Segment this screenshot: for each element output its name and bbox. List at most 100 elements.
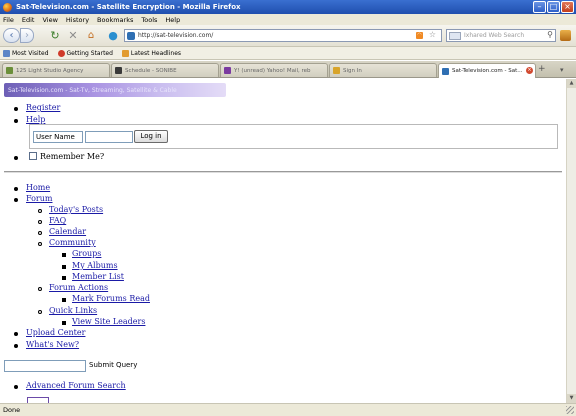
login-form: User Name Log in	[29, 124, 558, 149]
list-bullet	[14, 385, 18, 389]
menu-help[interactable]: Help	[165, 16, 180, 24]
minimize-button[interactable]: –	[533, 1, 546, 13]
maximize-button[interactable]: □	[547, 1, 560, 13]
list-bullet	[14, 198, 18, 202]
nav-home-link[interactable]: Home	[26, 183, 50, 192]
my-albums-link[interactable]: My Albums	[72, 261, 118, 270]
status-bar: Done	[0, 403, 576, 416]
list-circle	[38, 209, 42, 213]
menu-edit[interactable]: Edit	[22, 16, 35, 24]
tab-schedule[interactable]: Schedule - SONIBE	[111, 63, 219, 77]
address-bar[interactable]: http://sat-television.com/ ◠ ☆	[124, 29, 442, 42]
home-icon[interactable]: ⌂	[84, 28, 98, 43]
menu-tools[interactable]: Tools	[141, 16, 157, 24]
list-square	[62, 298, 66, 302]
submit-query-button[interactable]: Submit Query	[89, 361, 137, 369]
register-link[interactable]: Register	[26, 103, 60, 112]
community-link[interactable]: Community	[49, 238, 96, 247]
bookmark-latest-headlines[interactable]: Latest Headlines	[121, 49, 181, 57]
search-placeholder: Ixhared Web Search	[464, 32, 525, 39]
groups-link[interactable]: Groups	[72, 249, 101, 258]
divider	[4, 171, 562, 173]
list-bullet	[14, 332, 18, 336]
firefox-icon	[3, 2, 12, 12]
back-arrow-icon[interactable]: ‹	[3, 28, 20, 43]
username-field[interactable]: User Name	[33, 131, 83, 143]
search-icon[interactable]: ⚲	[547, 30, 553, 39]
nav-forum-link[interactable]: Forum	[26, 194, 53, 203]
tab-list-icon[interactable]: ▾	[560, 66, 564, 74]
forum-actions-link[interactable]: Forum Actions	[49, 283, 108, 292]
password-field[interactable]	[85, 131, 133, 143]
mark-forums-read-link[interactable]: Mark Forums Read	[72, 294, 150, 303]
menu-bookmarks[interactable]: Bookmarks	[97, 16, 133, 24]
page-content: Sat-Television.com - Sat-Tv, Streaming, …	[0, 79, 566, 403]
bookmarks-toolbar: Most Visited Getting Started Latest Head…	[0, 47, 576, 60]
faq-link[interactable]: FAQ	[49, 216, 66, 225]
tab-favicon	[442, 67, 449, 75]
search-query-input[interactable]	[4, 360, 86, 372]
tab-favicon	[6, 67, 13, 74]
tab-yahoo-mail[interactable]: Y! (unread) Yahoo! Mail, reb	[220, 63, 328, 77]
tab-sat-television[interactable]: Sat-Television.com - Sat... ×	[438, 63, 536, 78]
site-logo-banner[interactable]: Sat-Television.com - Sat-Tv, Streaming, …	[4, 83, 226, 97]
tab-favicon	[224, 67, 231, 74]
web-search-field[interactable]: Ixhared Web Search ⚲	[446, 29, 556, 42]
remember-me-checkbox[interactable]	[29, 152, 37, 160]
reload-icon[interactable]: ↻	[48, 28, 62, 43]
whats-new-link[interactable]: What's New?	[26, 340, 79, 349]
window-title: Sat-Television.com - Satellite Encryptio…	[16, 3, 241, 11]
view-site-leaders-link[interactable]: View Site Leaders	[72, 317, 145, 326]
tab-favicon	[115, 67, 122, 74]
list-circle	[38, 220, 42, 224]
menu-view[interactable]: View	[42, 16, 57, 24]
tab-close-icon[interactable]: ×	[526, 67, 533, 74]
tab-strip: 125 Light Studio Agency Schedule - SONIB…	[0, 61, 576, 78]
search-engine-icon[interactable]	[449, 31, 461, 40]
scroll-up-arrow-icon[interactable]: ▲	[567, 79, 576, 88]
list-circle	[38, 231, 42, 235]
menu-file[interactable]: File	[3, 16, 14, 24]
calendar-link[interactable]: Calendar	[49, 227, 86, 236]
scroll-down-arrow-icon[interactable]: ▼	[567, 394, 576, 403]
rss-feed-icon	[121, 49, 129, 57]
bookmark-star-icon[interactable]: ☆	[429, 30, 436, 39]
close-button[interactable]: ×	[561, 1, 574, 13]
menu-history[interactable]: History	[66, 16, 89, 24]
bookmark-most-visited[interactable]: Most Visited	[3, 49, 49, 57]
tab-favicon	[333, 67, 340, 74]
bookmark-getting-started[interactable]: Getting Started	[57, 49, 113, 57]
list-bullet	[14, 187, 18, 191]
new-tab-icon[interactable]: +	[538, 64, 546, 74]
advanced-forum-search-link[interactable]: Advanced Forum Search	[26, 381, 126, 390]
url-text: http://sat-television.com/	[138, 32, 214, 39]
list-bullet	[14, 119, 18, 123]
list-circle	[38, 287, 42, 291]
tab-sign-in[interactable]: Sign In	[329, 63, 437, 77]
status-text: Done	[3, 406, 21, 414]
upload-center-link[interactable]: Upload Center	[26, 328, 85, 337]
tab-light-studio[interactable]: 125 Light Studio Agency	[2, 63, 110, 77]
vertical-scrollbar[interactable]: ▲ ▼	[566, 79, 576, 403]
toolbar-extension-icon[interactable]	[560, 30, 571, 41]
list-square	[62, 253, 66, 257]
list-bullet	[14, 156, 18, 160]
most-visited-icon	[3, 49, 10, 57]
todays-posts-link[interactable]: Today's Posts	[49, 205, 103, 214]
list-circle	[38, 242, 42, 246]
list-square	[62, 276, 66, 280]
list-square	[62, 321, 66, 325]
menu-bar: File Edit View History Bookmarks Tools H…	[0, 14, 576, 25]
help-link[interactable]: Help	[26, 115, 45, 124]
login-button[interactable]: Log in	[134, 130, 168, 143]
resize-grip-icon[interactable]	[566, 406, 574, 414]
title-bar: Sat-Television.com - Satellite Encryptio…	[0, 0, 576, 14]
member-list-link[interactable]: Member List	[72, 272, 124, 281]
rss-icon[interactable]: ◠	[416, 32, 423, 39]
remember-me-label: Remember Me?	[40, 152, 105, 161]
list-bullet	[14, 344, 18, 348]
stop-icon[interactable]: ✕	[66, 28, 80, 43]
quick-links-link[interactable]: Quick Links	[49, 306, 97, 315]
forward-arrow-icon[interactable]: ›	[20, 28, 34, 43]
chat-bubble-icon[interactable]: ●	[104, 28, 122, 43]
